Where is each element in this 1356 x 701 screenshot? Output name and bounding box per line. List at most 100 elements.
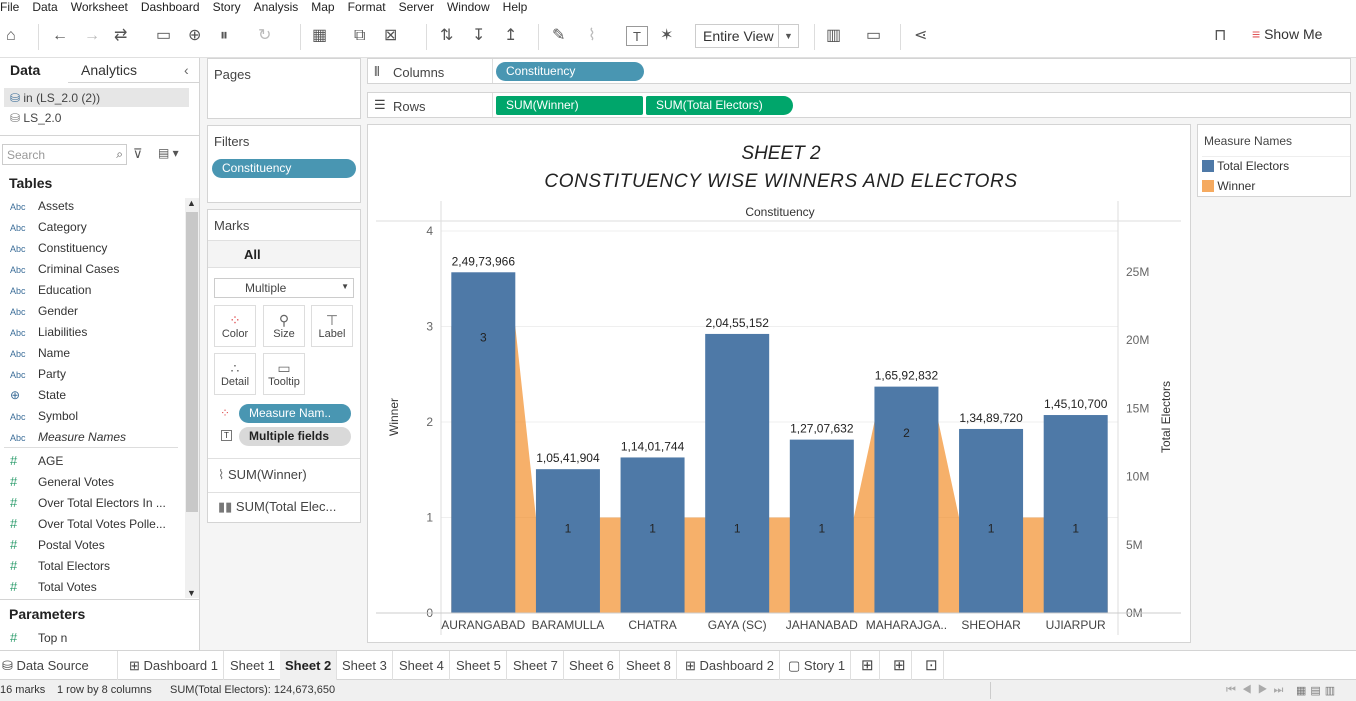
highlight-icon[interactable]: ✎ [552,26,565,46]
new-story-tab-icon[interactable]: ⊡ [920,651,944,680]
parameter-top-n[interactable]: # Top n [10,630,67,645]
sort-ascending-icon[interactable]: ↧ [472,26,485,46]
tab-sheet-7[interactable]: Sheet 7 [508,651,564,680]
show-me-button[interactable]: ≡ Show Me [1252,26,1322,42]
search-input[interactable]: Search ⌕ [2,144,127,165]
field-total-electors[interactable]: # Total Electors [10,558,110,573]
menu-worksheet[interactable]: Worksheet [66,0,136,16]
field-name[interactable]: Abc Name [10,346,70,360]
field-total-votes[interactable]: # Total Votes [10,579,97,594]
marks-winner-tab[interactable]: ⌇ SUM(Winner) [218,467,307,483]
field-gender[interactable]: Abc Gender [10,304,78,318]
columns-shelf[interactable]: ⦀ Columns Constituency [367,58,1351,84]
field-party[interactable]: Abc Party [10,367,66,381]
mark-type-select[interactable]: Multiple ▼ [214,278,354,298]
tab-sheet-5[interactable]: Sheet 5 [451,651,507,680]
tooltip-pin-icon[interactable]: ⊓ [1214,26,1226,46]
new-datasource-icon[interactable]: ⊕ [188,26,201,46]
tab-story-1[interactable]: ▢ Story 1 [783,651,852,680]
marks-all-tab[interactable]: All [208,240,360,268]
filter-pill-constituency[interactable]: Constituency [212,159,356,178]
menu-analysis[interactable]: Analysis [249,0,307,16]
size-button[interactable]: ⚲ Size [263,305,305,347]
tooltip-button[interactable]: ▭ Tooltip [263,353,305,395]
field-measure-names[interactable]: Abc Measure Names [10,430,126,444]
measure-names-pill[interactable]: Measure Nam.. [239,404,351,423]
field-age[interactable]: # AGE [10,453,63,468]
menu-format[interactable]: Format [343,0,394,16]
share-icon[interactable]: ⋖ [914,26,927,46]
rows-pill-sum-total-electors[interactable]: SUM(Total Electors) [646,96,793,115]
undo-icon[interactable]: ← [52,26,68,46]
tab-dashboard-2[interactable]: ⊞ Dashboard 2 [680,651,780,680]
scroll-down-icon[interactable]: ▼ [187,588,196,598]
datasource-item[interactable]: ⛁ in (LS_2.0 (2)) [10,91,100,105]
duplicate-sheet-icon[interactable]: ⧉ [354,26,365,46]
pages-card[interactable]: Pages [207,58,361,119]
new-worksheet-tab-icon[interactable]: ⊞ [856,651,880,680]
tab-sheet-8[interactable]: Sheet 8 [621,651,677,680]
tab-sheet-1[interactable]: Sheet 1 [225,651,281,680]
field-postal-votes[interactable]: # Postal Votes [10,537,105,552]
tab-data-source[interactable]: ⛁ Data Source [0,651,118,680]
tab-sheet-6[interactable]: Sheet 6 [564,651,620,680]
scroll-up-icon[interactable]: ▲ [187,198,196,208]
worksheet-view[interactable]: SHEET 2 CONSTITUENCY WISE WINNERS AND EL… [367,124,1191,643]
scrollbar[interactable]: ▲ ▼ [185,198,199,598]
menu-story[interactable]: Story [208,0,249,16]
fix-axes-icon[interactable]: ✶ [660,26,673,46]
menu-help[interactable]: Help [498,0,536,16]
field-state[interactable]: ⊕ State [10,388,66,402]
menu-server[interactable]: Server [394,0,442,16]
field-over-total-electors[interactable]: # Over Total Electors In ... [10,495,166,510]
columns-pill-constituency[interactable]: Constituency [496,62,644,81]
color-button[interactable]: ⁘ Color [214,305,256,347]
collapse-pane-icon[interactable]: ‹ [184,62,189,78]
sheet-view-icons[interactable]: ▦▤▥ [1296,684,1339,697]
marks-total-electors-tab[interactable]: ▮▮ SUM(Total Elec... [218,499,336,515]
menu-data[interactable]: Data [27,0,65,16]
redo-icon[interactable]: → [84,26,100,46]
refresh-icon[interactable]: ↻ [258,26,271,46]
group-members-icon[interactable]: ⌇ [588,26,596,46]
menu-map[interactable]: Map [306,0,342,16]
field-criminal-cases[interactable]: Abc Criminal Cases [10,262,119,276]
menu-file[interactable]: File [0,0,27,16]
menu-window[interactable]: Window [442,0,498,16]
show-cards-icon[interactable]: ▥ [826,26,841,46]
datasource-item[interactable]: ⛁ LS_2.0 [10,111,61,125]
rows-shelf[interactable]: ☰ Rows SUM(Winner) SUM(Total Electors) [367,92,1351,118]
legend[interactable]: Measure Names Total Electors Winner [1197,124,1351,197]
field-liabilities[interactable]: Abc Liabilities [10,325,87,339]
legend-item-winner[interactable]: Winner [1202,179,1255,193]
field-category[interactable]: Abc Category [10,220,87,234]
tab-analytics[interactable]: Analytics [81,62,137,78]
show-mark-labels-icon[interactable]: T [626,26,648,46]
menu-dashboard[interactable]: Dashboard [136,0,208,16]
swap-rows-columns-icon[interactable]: ⇅ [440,26,453,46]
field-education[interactable]: Abc Education [10,283,91,297]
detail-button[interactable]: ∴ Detail [214,353,256,395]
clear-sheet-icon[interactable]: ⊠ [384,26,397,46]
presentation-mode-icon[interactable]: ▭ [866,26,881,46]
field-over-total-votes-polled[interactable]: # Over Total Votes Polle... [10,516,166,531]
tab-sheet-4[interactable]: Sheet 4 [394,651,450,680]
home-icon[interactable]: ⌂ [6,26,16,46]
tab-data[interactable]: Data [10,62,40,78]
tab-sheet-2[interactable]: Sheet 2 [280,651,338,680]
fit-view-select[interactable]: Entire View ▼ [695,24,799,48]
filters-card[interactable]: Filters Constituency [207,125,361,203]
label-button[interactable]: ⊤ Label [311,305,353,347]
field-assets[interactable]: Abc Assets [10,199,74,213]
replace-data-icon[interactable]: ⇄ [114,26,127,46]
field-constituency[interactable]: Abc Constituency [10,241,107,255]
tab-dashboard-1[interactable]: ⊞ Dashboard 1 [124,651,224,680]
scrollbar-thumb[interactable] [186,212,198,512]
tab-sheet-3[interactable]: Sheet 3 [337,651,393,680]
new-dashboard-tab-icon[interactable]: ⊞ [888,651,912,680]
pause-updates-icon[interactable]: ⏸ [220,26,228,46]
filter-icon[interactable]: ⊽ [133,146,143,162]
multiple-fields-pill[interactable]: Multiple fields [239,427,351,446]
rows-pill-sum-winner[interactable]: SUM(Winner) [496,96,643,115]
field-symbol[interactable]: Abc Symbol [10,409,78,423]
